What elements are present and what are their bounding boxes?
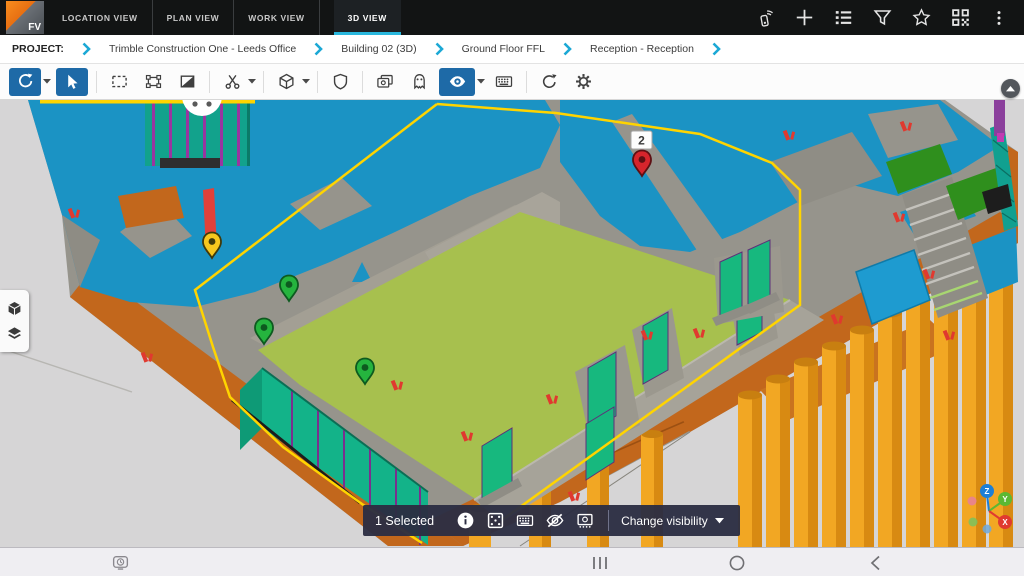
- list-icon[interactable]: [828, 3, 858, 33]
- view-toolbar: [0, 64, 1024, 100]
- back-button[interactable]: [858, 548, 892, 576]
- gizmo-z-label: Z: [985, 487, 990, 496]
- breadcrumb-label: PROJECT:: [12, 43, 64, 55]
- selection-bar-divider: [608, 510, 609, 531]
- chevron-right-icon: [563, 42, 572, 56]
- change-visibility-button[interactable]: Change visibility: [617, 514, 728, 528]
- qr-code-icon[interactable]: [945, 3, 975, 33]
- toolbar-divider: [96, 71, 97, 93]
- gizmo-x-label: X: [1002, 518, 1008, 527]
- snapshot-icon[interactable]: [570, 506, 600, 536]
- selection-count: 1 Selected: [375, 514, 434, 528]
- breadcrumb-item-project[interactable]: Trimble Construction One - Leeds Office: [109, 43, 296, 55]
- add-icon[interactable]: [789, 3, 819, 33]
- invert-selection-button[interactable]: [173, 68, 201, 96]
- gizmo-y-label: Y: [1002, 495, 1008, 504]
- view-tabs: LOCATION VIEW PLAN VIEW WORK VIEW 3D VIE…: [48, 0, 401, 35]
- breadcrumb: PROJECT: Trimble Construction One - Leed…: [0, 35, 1024, 64]
- chevron-right-icon: [314, 42, 323, 56]
- selection-toolbar: 1 Selected Change visibility: [363, 505, 740, 536]
- chevron-right-icon: [435, 42, 444, 56]
- info-icon[interactable]: [450, 506, 480, 536]
- measure-grid-icon[interactable]: [510, 506, 540, 536]
- side-panel-handle[interactable]: [0, 290, 29, 352]
- tab-location-view[interactable]: LOCATION VIEW: [48, 0, 153, 35]
- measure-grid-button[interactable]: [490, 68, 518, 96]
- section-cut-dropdown-caret[interactable]: [248, 79, 256, 84]
- breadcrumb-item-floor[interactable]: Ground Floor FFL: [462, 43, 545, 55]
- polygon-select-button[interactable]: [139, 68, 167, 96]
- orbit-dropdown-caret[interactable]: [43, 79, 51, 84]
- visibility-tool-button[interactable]: [439, 68, 475, 96]
- app-screen: FV LOCATION VIEW PLAN VIEW WORK VIEW 3D …: [0, 0, 1024, 576]
- home-button[interactable]: [720, 548, 754, 576]
- system-navigation-bar: [0, 547, 1024, 576]
- viewport-3d: 2 Z Y X: [0, 100, 1024, 547]
- chevron-right-icon: [712, 42, 721, 56]
- app-bar-actions: [750, 0, 1024, 35]
- toolbar-divider: [317, 71, 318, 93]
- model-tree-cube-icon[interactable]: [7, 301, 22, 316]
- model-box-dropdown-caret[interactable]: [302, 79, 310, 84]
- toolbar-divider: [362, 71, 363, 93]
- model-purple-element: [994, 100, 1005, 136]
- laser-scanner-icon[interactable]: [750, 3, 780, 33]
- filter-icon[interactable]: [867, 3, 897, 33]
- tab-plan-view[interactable]: PLAN VIEW: [153, 0, 235, 35]
- breadcrumb-item-room[interactable]: Reception - Reception: [590, 43, 694, 55]
- toolbar-divider: [209, 71, 210, 93]
- orbit-tool-button[interactable]: [9, 68, 41, 96]
- chevron-down-icon: [715, 518, 724, 524]
- select-tool-button[interactable]: [56, 68, 88, 96]
- chevron-right-icon: [82, 42, 91, 56]
- logo-text: FV: [28, 22, 41, 33]
- marquee-select-button[interactable]: [105, 68, 133, 96]
- app-logo[interactable]: FV: [6, 1, 44, 34]
- hide-selection-icon[interactable]: [540, 506, 570, 536]
- toolbar-divider: [263, 71, 264, 93]
- screenshot-tool-icon[interactable]: [103, 548, 137, 576]
- section-cut-button[interactable]: [218, 68, 246, 96]
- fit-to-view-icon[interactable]: [480, 506, 510, 536]
- layers-icon[interactable]: [7, 326, 22, 341]
- breadcrumb-item-building[interactable]: Building 02 (3D): [341, 43, 416, 55]
- tab-3d-view[interactable]: 3D VIEW: [334, 0, 401, 35]
- recents-button[interactable]: [583, 548, 617, 576]
- star-icon[interactable]: [906, 3, 936, 33]
- model-box-button[interactable]: [272, 68, 300, 96]
- snapshot-stack-button[interactable]: [371, 68, 399, 96]
- visibility-dropdown-caret[interactable]: [477, 79, 485, 84]
- pin-count-text: 2: [638, 134, 645, 148]
- more-options-icon[interactable]: [984, 3, 1014, 33]
- protect-shield-button[interactable]: [326, 68, 354, 96]
- ghost-mode-button[interactable]: [405, 68, 433, 96]
- app-bar: FV LOCATION VIEW PLAN VIEW WORK VIEW 3D …: [0, 0, 1024, 35]
- settings-gear-button[interactable]: [569, 68, 597, 96]
- refresh-button[interactable]: [535, 68, 563, 96]
- toolbar-divider: [526, 71, 527, 93]
- model-3d-canvas[interactable]: 2 Z Y X: [0, 100, 1024, 547]
- tab-work-view[interactable]: WORK VIEW: [234, 0, 319, 35]
- collapse-toolbar-button[interactable]: [1001, 79, 1020, 98]
